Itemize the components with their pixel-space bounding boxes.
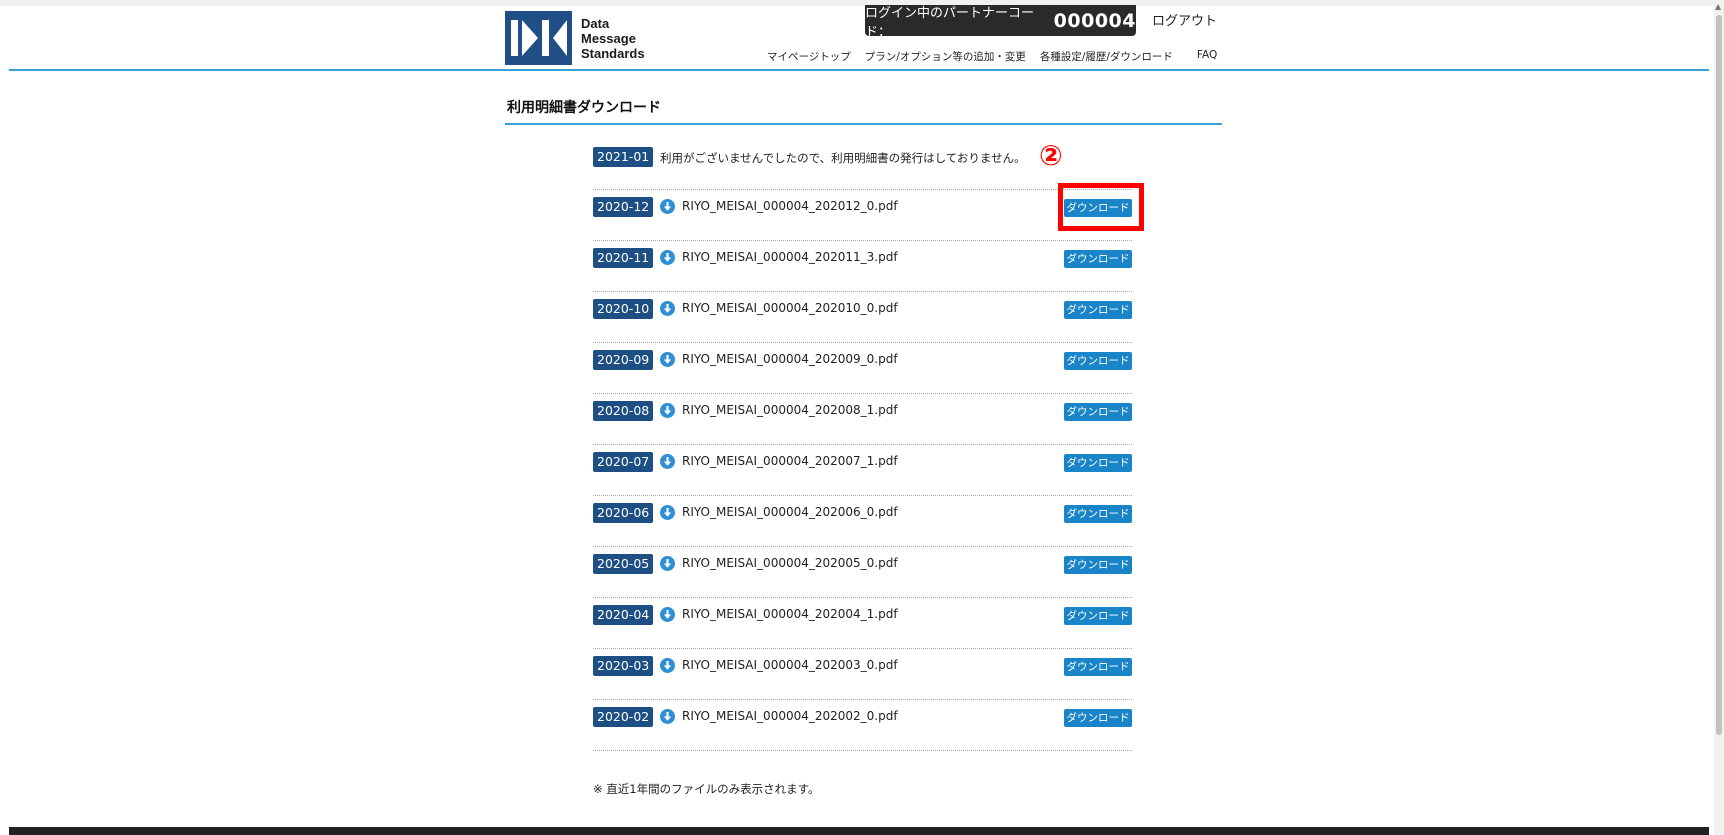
logo-line: Standards [581, 45, 645, 61]
dms-logo-mark-icon [505, 11, 572, 65]
month-badge: 2020-02 [593, 707, 654, 727]
month-badge: 2020-11 [593, 248, 654, 268]
statement-row: 2020-06 RIYO_MEISAI_000004_202006_0.pdf … [593, 496, 1132, 547]
scroll-up-arrow-icon[interactable]: ▲ [1715, 2, 1721, 11]
partner-code-label: ログイン中のパートナーコード： [865, 5, 1035, 40]
download-circle-icon[interactable] [660, 403, 675, 418]
partner-code-value: 000004 [1053, 9, 1136, 32]
month-badge: 2020-08 [593, 401, 654, 421]
logo-line: Data [581, 15, 610, 31]
statement-row: 2020-11 RIYO_MEISAI_000004_202011_3.pdf … [593, 241, 1132, 292]
download-circle-icon[interactable] [660, 607, 675, 622]
download-button[interactable]: ダウンロード [1064, 352, 1132, 370]
month-badge: 2020-05 [593, 554, 654, 574]
step-marker: ② [1039, 139, 1063, 172]
file-link[interactable]: RIYO_MEISAI_000004_202008_1.pdf [682, 403, 898, 417]
annotation-highlight-box [1058, 183, 1144, 231]
download-circle-icon[interactable] [660, 505, 675, 520]
statement-row: 2020-07 RIYO_MEISAI_000004_202007_1.pdf … [593, 445, 1132, 496]
file-link[interactable]: RIYO_MEISAI_000004_202003_0.pdf [682, 658, 898, 672]
download-circle-icon[interactable] [660, 250, 675, 265]
statement-row: 2020-05 RIYO_MEISAI_000004_202005_0.pdf … [593, 547, 1132, 598]
download-circle-icon[interactable] [660, 352, 675, 367]
download-circle-icon[interactable] [660, 454, 675, 469]
download-circle-icon[interactable] [660, 658, 675, 673]
logo-line: Message [581, 30, 636, 46]
month-badge: 2020-04 [593, 605, 654, 625]
statement-row: 2020-12 RIYO_MEISAI_000004_202012_0.pdf … [593, 190, 1132, 241]
file-link[interactable]: RIYO_MEISAI_000004_202005_0.pdf [682, 556, 898, 570]
download-button[interactable]: ダウンロード [1064, 658, 1132, 676]
scrollbar-thumb[interactable] [1716, 15, 1722, 735]
nav-item-mypage-top[interactable]: マイページトップ [767, 49, 851, 64]
statement-list: 2021-01 利用がございませんでしたので、利用明細書の発行はしておりません。… [593, 140, 1132, 751]
download-button[interactable]: ダウンロード [1064, 505, 1132, 523]
file-link[interactable]: RIYO_MEISAI_000004_202006_0.pdf [682, 505, 898, 519]
month-badge: 2020-06 [593, 503, 654, 523]
download-button[interactable]: ダウンロード [1064, 250, 1132, 268]
browser-top-strip [0, 0, 1724, 6]
month-badge: 2020-09 [593, 350, 654, 370]
file-link[interactable]: RIYO_MEISAI_000004_202004_1.pdf [682, 607, 898, 621]
download-circle-icon[interactable] [660, 301, 675, 316]
month-badge: 2020-12 [593, 197, 654, 217]
header-divider [9, 69, 1709, 71]
file-link[interactable]: RIYO_MEISAI_000004_202002_0.pdf [682, 709, 898, 723]
month-badge: 2020-10 [593, 299, 654, 319]
statement-row: 2020-08 RIYO_MEISAI_000004_202008_1.pdf … [593, 394, 1132, 445]
month-badge: 2020-03 [593, 656, 654, 676]
nav-item-faq[interactable]: FAQ [1197, 49, 1217, 64]
download-button[interactable]: ダウンロード [1064, 403, 1132, 421]
file-link[interactable]: RIYO_MEISAI_000004_202009_0.pdf [682, 352, 898, 366]
file-link[interactable]: RIYO_MEISAI_000004_202007_1.pdf [682, 454, 898, 468]
retention-footnote: ※ 直近1年間のファイルのみ表示されます。 [593, 782, 820, 796]
file-link[interactable]: RIYO_MEISAI_000004_202012_0.pdf [682, 199, 898, 213]
download-button[interactable]: ダウンロード [1064, 607, 1132, 625]
logout-link[interactable]: ログアウト [1152, 10, 1217, 29]
statement-row: 2020-03 RIYO_MEISAI_000004_202003_0.pdf … [593, 649, 1132, 700]
logo-wordmark: Data Message Standards [581, 16, 645, 61]
no-statement-notice: 利用がございませんでしたので、利用明細書の発行はしておりません。 [660, 151, 1026, 165]
download-circle-icon[interactable] [660, 556, 675, 571]
download-button[interactable]: ダウンロード [1064, 454, 1132, 472]
file-link[interactable]: RIYO_MEISAI_000004_202011_3.pdf [682, 250, 898, 264]
title-divider [505, 123, 1222, 125]
statement-row: 2020-10 RIYO_MEISAI_000004_202010_0.pdf … [593, 292, 1132, 343]
page-footer [9, 827, 1709, 835]
statement-row: 2020-04 RIYO_MEISAI_000004_202004_1.pdf … [593, 598, 1132, 649]
statement-row: 2020-02 RIYO_MEISAI_000004_202002_0.pdf … [593, 700, 1132, 751]
dms-logo[interactable]: Data Message Standards [505, 11, 645, 65]
page-title: 利用明細書ダウンロード [507, 100, 661, 116]
nav-item-settings-history-download[interactable]: 各種設定/履歴/ダウンロード [1040, 49, 1173, 64]
nav-item-plan-options[interactable]: プラン/オプション等の追加・変更 [865, 49, 1026, 64]
month-badge: 2021-01 [593, 147, 654, 167]
download-button[interactable]: ダウンロード [1064, 556, 1132, 574]
download-circle-icon[interactable] [660, 709, 675, 724]
file-link[interactable]: RIYO_MEISAI_000004_202010_0.pdf [682, 301, 898, 315]
partner-code-box: ログイン中のパートナーコード： 000004 [865, 5, 1136, 40]
download-circle-icon[interactable] [660, 199, 675, 214]
month-badge: 2020-07 [593, 452, 654, 472]
statement-row: 2020-09 RIYO_MEISAI_000004_202009_0.pdf … [593, 343, 1132, 394]
main-nav: マイページトップ プラン/オプション等の追加・変更 各種設定/履歴/ダウンロード… [767, 49, 1217, 64]
download-button[interactable]: ダウンロード [1064, 709, 1132, 727]
download-button[interactable]: ダウンロード [1064, 301, 1132, 319]
